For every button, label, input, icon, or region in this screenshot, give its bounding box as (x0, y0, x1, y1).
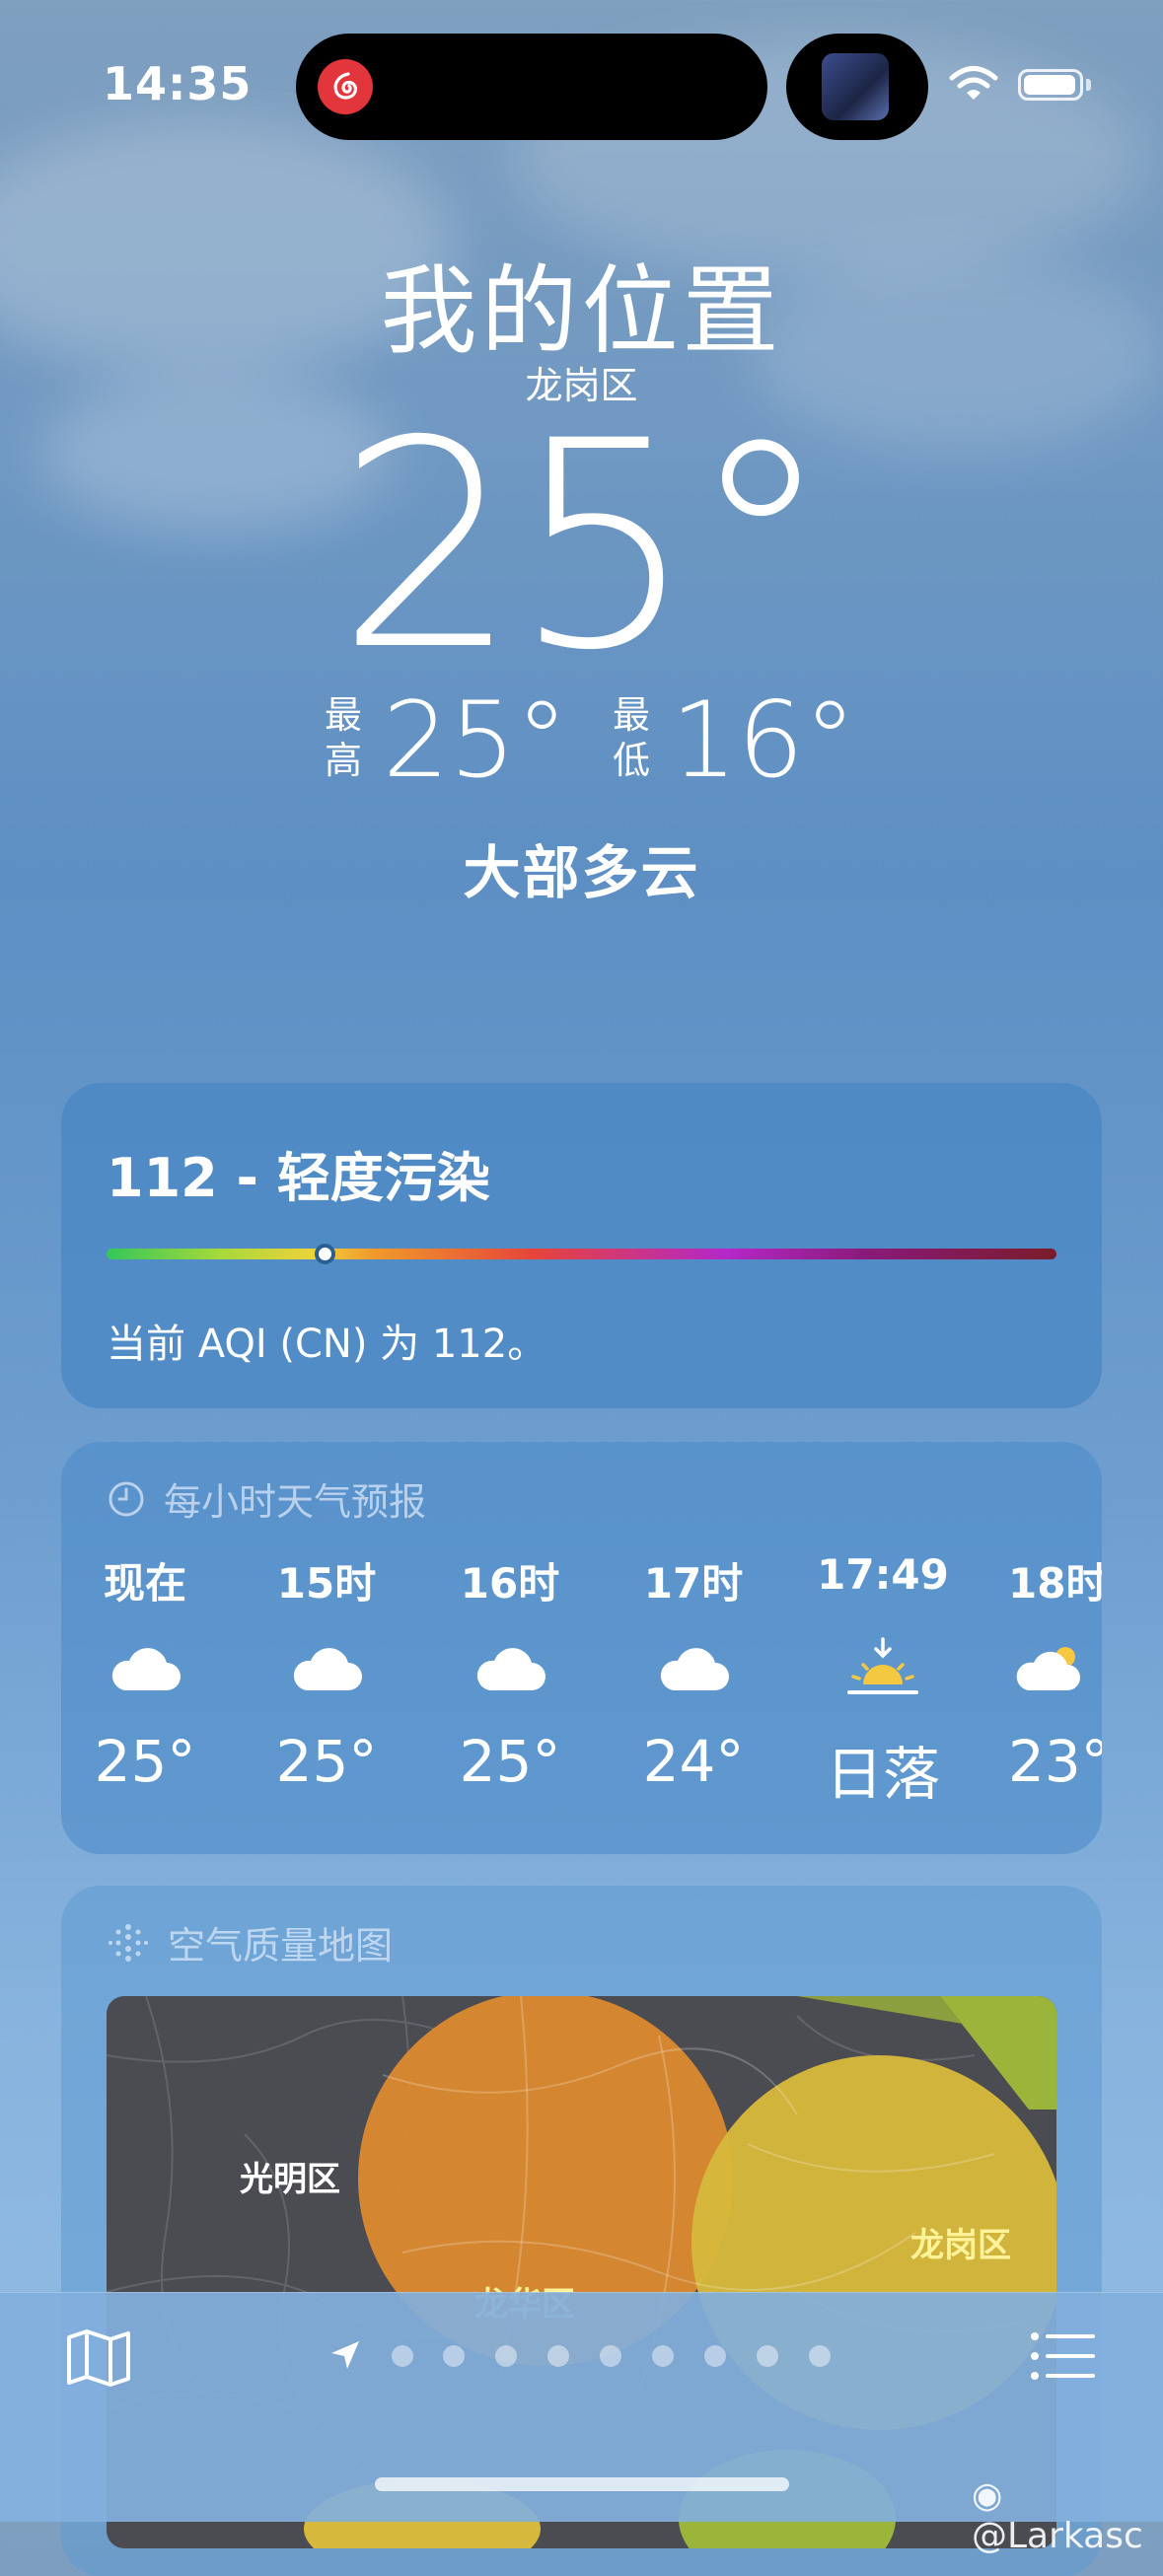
page-dot[interactable] (547, 2345, 569, 2367)
hour-temp: 25° (94, 1728, 196, 1795)
hour-item: 17时 24° (619, 1550, 767, 1795)
hourly-header-label: 每小时天气预报 (164, 1480, 427, 1524)
hour-item: 17:49 日落 (809, 1550, 957, 1811)
map-label-longgang: 龙岗区 (910, 2226, 1011, 2265)
battery-cap (1086, 79, 1091, 91)
hour-time: 15时 (276, 1559, 377, 1608)
sunset-icon (847, 1637, 918, 1694)
cloud-icon (660, 1648, 729, 1690)
location-arrow-icon[interactable] (327, 2337, 363, 2373)
map-label-guangming: 光明区 (240, 2160, 340, 2199)
page-dot[interactable] (809, 2345, 831, 2367)
watermark-text: @Larkasc (972, 2516, 1143, 2556)
hour-item: 16时 25° (436, 1550, 584, 1795)
aqi-card[interactable]: 112 - 轻度污染 当前 AQI (CN) 为 112。 (61, 1083, 1102, 1408)
hourly-forecast-card[interactable]: 每小时天气预报 现在 25° 15时 25° 16时 25° 17时 24° 1… (61, 1442, 1102, 1854)
page-dot[interactable] (757, 2345, 778, 2367)
page-dot[interactable] (443, 2345, 465, 2367)
home-indicator[interactable] (375, 2477, 789, 2491)
hour-temp: 23° (1008, 1728, 1102, 1795)
page-dot[interactable] (600, 2345, 621, 2367)
dynamic-island[interactable] (296, 34, 767, 140)
hour-time: 现在 (103, 1559, 186, 1608)
low-label-1: 最 (612, 693, 650, 737)
high-label-2: 高 (324, 739, 362, 782)
aqi-title: 112 - 轻度污染 (107, 1147, 490, 1209)
air-quality-icon (109, 1923, 148, 1962)
high-temp: 25° (383, 680, 568, 801)
hour-item: 现在 25° (71, 1550, 219, 1795)
status-time: 14:35 (103, 57, 253, 110)
weibo-icon: ◉ (972, 2475, 1003, 2516)
page-dot[interactable] (392, 2345, 413, 2367)
page-dot[interactable] (652, 2345, 674, 2367)
watermark: ◉ @Larkasc (972, 2475, 1163, 2556)
map-icon[interactable] (65, 2327, 132, 2389)
low-temp: 16° (671, 680, 856, 801)
map-header-label: 空气质量地图 (168, 1924, 394, 1968)
cloud-sun-icon (1016, 1647, 1080, 1690)
low-label-2: 低 (612, 739, 650, 782)
cloud-icon (293, 1648, 362, 1690)
now-playing-island[interactable] (786, 34, 928, 140)
hour-time: 17时 (643, 1559, 744, 1608)
hour-temp: 日落 (825, 1741, 940, 1808)
hour-time: 16时 (460, 1559, 560, 1608)
album-art-icon (822, 53, 889, 120)
aqi-indicator (315, 1244, 336, 1264)
clock-icon (109, 1481, 144, 1516)
wifi-icon (949, 66, 998, 100)
music-app-icon (318, 59, 373, 114)
location-title: 我的位置 (380, 255, 783, 368)
hour-item: 18时 23° (1008, 1550, 1102, 1795)
list-icon[interactable] (1030, 2331, 1095, 2381)
high-label-1: 最 (324, 693, 362, 737)
hour-time: 18时 (1008, 1559, 1102, 1608)
hour-temp: 25° (275, 1728, 378, 1795)
page-dot[interactable] (704, 2345, 726, 2367)
hour-item: 15时 25° (253, 1550, 400, 1795)
cloud-icon (111, 1648, 181, 1690)
cloud-icon (476, 1648, 545, 1690)
battery-icon (1018, 69, 1083, 101)
page-dot[interactable] (495, 2345, 517, 2367)
hour-time: 17:49 (817, 1550, 949, 1599)
current-temperature: 25° (336, 381, 832, 713)
hour-temp: 24° (642, 1728, 745, 1795)
hour-temp: 25° (459, 1728, 561, 1795)
hourly-header: 每小时天气预报 (107, 1471, 426, 1526)
aqi-scale-bar (107, 1249, 1056, 1259)
aqi-description: 当前 AQI (CN) 为 112。 (107, 1322, 547, 1367)
map-header: 空气质量地图 (107, 1915, 393, 1969)
weather-condition: 大部多云 (463, 839, 700, 906)
